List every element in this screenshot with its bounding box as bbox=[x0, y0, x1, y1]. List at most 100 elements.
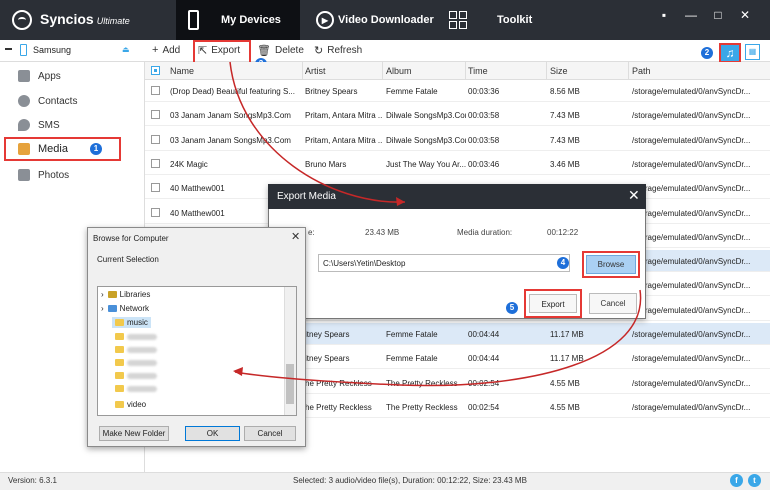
expand-icon[interactable]: › bbox=[101, 290, 104, 299]
cell-size: 7.43 MB bbox=[550, 135, 580, 145]
folder-tree[interactable]: › Libraries › Network music video bbox=[97, 286, 297, 416]
app-name: Syncios Ultimate bbox=[40, 11, 130, 27]
tree-item-video[interactable]: video bbox=[115, 400, 146, 409]
eject-icon[interactable]: ⏏ bbox=[122, 45, 130, 54]
export-icon: ⇱ bbox=[198, 45, 208, 57]
step-badge: 1 bbox=[89, 143, 102, 155]
cell-path: /storage/emulated/0/anvSyncDr... bbox=[632, 111, 751, 121]
minimize-button[interactable]: — bbox=[684, 8, 698, 22]
maximize-button[interactable]: □ bbox=[711, 8, 725, 22]
column-header-size[interactable]: Size bbox=[550, 66, 568, 76]
browse-button[interactable]: Browse bbox=[586, 255, 636, 274]
select-all-checkbox[interactable] bbox=[151, 66, 160, 75]
sidebar-item-sms[interactable]: SMS bbox=[18, 114, 60, 136]
tab-toolkit[interactable]: Toolkit bbox=[449, 0, 532, 40]
refresh-button[interactable]: ↻ Refresh bbox=[314, 44, 362, 57]
folder-icon bbox=[115, 385, 124, 392]
row-checkbox[interactable] bbox=[151, 134, 160, 144]
delete-button[interactable]: 🗑 Delete bbox=[257, 44, 304, 57]
tab-my-devices[interactable]: My Devices bbox=[176, 0, 300, 40]
menu-icon[interactable]: ▪ bbox=[657, 8, 671, 22]
make-new-folder-button[interactable]: Make New Folder bbox=[99, 426, 169, 441]
redacted-label bbox=[127, 385, 157, 392]
refresh-icon: ↻ bbox=[314, 45, 324, 57]
table-row[interactable]: (Drop Dead) Beautiful featuring S... Brit… bbox=[145, 80, 770, 102]
cell-path: /storage/emulated/0/anvSyncDr... bbox=[632, 159, 751, 169]
delete-label: Delete bbox=[274, 45, 304, 56]
table-row[interactable]: 24K Magic Bruno Mars Just The Way You Ar..… bbox=[145, 153, 770, 175]
twitter-icon[interactable]: t bbox=[748, 474, 761, 487]
cell-path: /storage/emulated/0/anvSyncDr... bbox=[632, 184, 751, 194]
tree-item-libraries[interactable]: › Libraries bbox=[101, 290, 150, 299]
cell-size: 11.17 MB bbox=[550, 330, 584, 339]
sidebar-item-photos[interactable]: Photos bbox=[18, 164, 69, 186]
ok-button[interactable]: OK bbox=[185, 426, 240, 441]
row-checkbox[interactable] bbox=[151, 110, 160, 120]
sidebar-item-label: SMS bbox=[38, 119, 60, 131]
cell-path: /storage/emulated/0/anvSyncDr... bbox=[632, 135, 751, 145]
expand-icon[interactable]: › bbox=[101, 304, 104, 313]
tree-scroll-thumb[interactable] bbox=[286, 364, 294, 404]
cell-artist: itney Spears bbox=[305, 354, 350, 364]
cell-path: /storage/emulated/0/anvSyncDr... bbox=[632, 402, 751, 412]
cell-album: Femme Fatale bbox=[386, 354, 438, 364]
column-header-album[interactable]: Album bbox=[386, 66, 412, 76]
cell-path: /storage/emulated/0/anvSyncDr... bbox=[632, 305, 751, 315]
column-divider bbox=[628, 62, 629, 80]
column-divider bbox=[302, 62, 303, 80]
cell-artist: Pritam, Antara Mitra ... bbox=[305, 111, 383, 121]
cell-album: The Pretty Reckless bbox=[386, 378, 458, 388]
row-checkbox[interactable] bbox=[151, 158, 160, 168]
browse-cancel-button[interactable]: Cancel bbox=[244, 426, 296, 441]
tree-item[interactable] bbox=[115, 346, 157, 353]
contacts-icon bbox=[18, 95, 30, 107]
tree-item[interactable] bbox=[115, 333, 157, 340]
tab-video-downloader[interactable]: ▶ Video Downloader bbox=[316, 0, 434, 40]
column-header-artist[interactable]: Artist bbox=[305, 66, 326, 76]
cell-size: 8.56 MB bbox=[550, 87, 580, 96]
music-note-icon: ♫ bbox=[725, 46, 735, 60]
export-button[interactable]: ⇱ Export bbox=[198, 44, 240, 57]
add-label: Add bbox=[162, 44, 181, 56]
close-button[interactable]: ✕ bbox=[738, 8, 752, 22]
tree-item[interactable] bbox=[115, 372, 157, 379]
table-row[interactable]: 03 Janam Janam SongsMp3.Com Pritam, Antar… bbox=[145, 129, 770, 151]
facebook-icon[interactable]: f bbox=[730, 474, 743, 487]
music-filter-button[interactable]: ♫ bbox=[719, 43, 741, 63]
tree-item-network[interactable]: › Network bbox=[101, 304, 149, 313]
sms-icon bbox=[18, 119, 30, 131]
export-highlight-box: Export bbox=[524, 289, 582, 318]
add-button[interactable]: + Add bbox=[152, 44, 180, 56]
tree-item[interactable] bbox=[115, 359, 157, 366]
export-cancel-button[interactable]: Cancel bbox=[589, 293, 637, 314]
export-confirm-button[interactable]: Export bbox=[529, 294, 577, 313]
cell-time: 00:03:58 bbox=[468, 111, 500, 121]
table-row[interactable]: 03 Janam Janam SongsMp3.Com Pritam, Antar… bbox=[145, 104, 770, 127]
tree-item[interactable] bbox=[115, 385, 157, 392]
sidebar-item-apps[interactable]: Apps bbox=[18, 65, 61, 87]
column-header-path[interactable]: Path bbox=[632, 66, 651, 76]
redacted-label bbox=[127, 346, 157, 353]
folder-icon bbox=[115, 333, 124, 340]
export-path-field[interactable]: C:\Users\Yetin\Desktop bbox=[318, 254, 570, 272]
row-checkbox[interactable] bbox=[151, 86, 160, 95]
redacted-label bbox=[127, 359, 157, 366]
sidebar-item-media[interactable]: Media 1 bbox=[4, 137, 121, 161]
cell-time: 00:03:58 bbox=[468, 135, 500, 145]
duration-label: Media duration: bbox=[457, 228, 513, 237]
collapse-icon[interactable] bbox=[5, 48, 12, 50]
row-checkbox[interactable] bbox=[151, 207, 160, 217]
cell-name: 03 Janam Janam SongsMp3.Com bbox=[170, 135, 291, 145]
column-header-time[interactable]: Time bbox=[468, 66, 488, 76]
tree-item-music[interactable]: music bbox=[112, 317, 151, 328]
sidebar-item-label: Apps bbox=[38, 70, 61, 82]
row-checkbox[interactable] bbox=[151, 183, 160, 193]
column-divider bbox=[546, 62, 547, 80]
sidebar-item-contacts[interactable]: Contacts bbox=[18, 90, 77, 112]
cell-path: /storage/emulated/0/anvSyncDr... bbox=[632, 232, 751, 242]
export-dialog-close-button[interactable]: ✕ bbox=[628, 187, 640, 204]
video-filter-button[interactable]: ▦ bbox=[745, 44, 760, 60]
redacted-label bbox=[127, 372, 157, 379]
browse-dialog-close-button[interactable]: ✕ bbox=[291, 230, 300, 243]
column-header-name[interactable]: Name bbox=[170, 66, 194, 76]
